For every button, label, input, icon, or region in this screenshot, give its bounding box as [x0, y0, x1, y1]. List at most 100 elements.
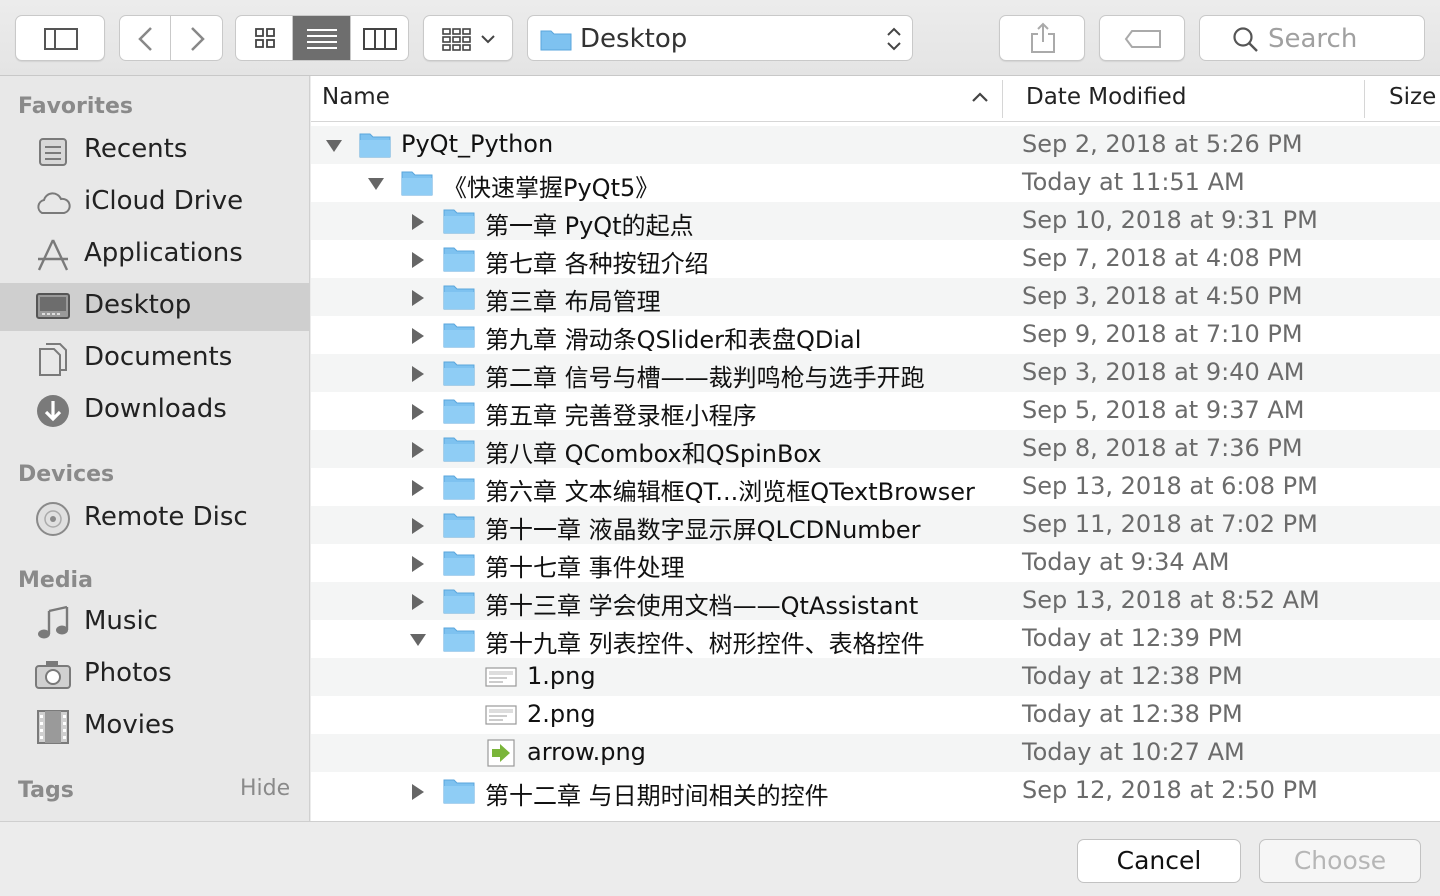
up-down-chevron-icon [887, 27, 901, 51]
folder-row[interactable]: 第二章 信号与槽——裁判鸣枪与选手开跑 Sep 3, 2018 at 9:40 A… [311, 354, 1440, 392]
size-column-header[interactable]: Size [1389, 84, 1436, 110]
forward-button[interactable] [171, 16, 222, 60]
nav-buttons [119, 15, 223, 61]
chevron-right-icon [191, 27, 205, 51]
disclosure-expanded-icon[interactable] [367, 175, 385, 193]
date-modified: Sep 13, 2018 at 8:52 AM [1022, 586, 1320, 614]
tags-section-title: Tags [18, 778, 74, 803]
folder-row[interactable]: 《快速掌握PyQt5》 Today at 11:51 AM [311, 164, 1440, 202]
disclosure-collapsed-icon[interactable] [409, 403, 427, 421]
grid-icon [255, 28, 275, 48]
date-column-header[interactable]: Date Modified [1026, 84, 1186, 110]
disclosure-collapsed-icon[interactable] [409, 517, 427, 535]
file-row[interactable]: 2.png Today at 12:38 PM [311, 696, 1440, 734]
file-name: 第二章 信号与槽——裁判鸣枪与选手开跑 [485, 364, 925, 392]
folder-row[interactable]: 第七章 各种按钮介绍 Sep 7, 2018 at 4:08 PM [311, 240, 1440, 278]
sidebar-item-recents[interactable]: Recents [0, 127, 310, 175]
tag-button[interactable] [1099, 15, 1185, 61]
sidebar-item-documents[interactable]: Documents [0, 335, 310, 383]
applications-icon [37, 239, 69, 271]
sidebar-item-applications[interactable]: Applications [0, 231, 310, 279]
sidebar-item-icloud-drive[interactable]: iCloud Drive [0, 179, 310, 227]
sidebar-item-label: Downloads [84, 394, 227, 424]
column-divider[interactable] [1002, 80, 1003, 118]
date-modified: Sep 8, 2018 at 7:36 PM [1022, 434, 1303, 462]
sidebar-item-label: Movies [84, 710, 175, 740]
file-list: Name Date Modified Size PyQt_Python Sep 2… [311, 76, 1440, 821]
folder-row[interactable]: 第一章 PyQt的起点 Sep 10, 2018 at 9:31 PM [311, 202, 1440, 240]
list-view-button[interactable] [293, 16, 351, 60]
folder-row[interactable]: 第三章 布局管理 Sep 3, 2018 at 4:50 PM [311, 278, 1440, 316]
disclosure-collapsed-icon[interactable] [409, 365, 427, 383]
disclosure-collapsed-icon[interactable] [409, 441, 427, 459]
file-row[interactable]: arrow.png Today at 10:27 AM [311, 734, 1440, 772]
file-name: 《快速掌握PyQt5》 [443, 174, 660, 202]
file-name: 2.png [527, 700, 596, 728]
disclosure-collapsed-icon[interactable] [409, 593, 427, 611]
sidebar-toggle-button[interactable] [15, 15, 105, 61]
file-name: 第十一章 液晶数字显示屏QLCDNumber [485, 516, 921, 544]
dialog-footer: Cancel Choose [0, 821, 1440, 896]
media-section-title: Media [18, 568, 93, 593]
chevron-left-icon [138, 27, 152, 51]
folder-icon [443, 475, 475, 500]
cancel-button[interactable]: Cancel [1077, 839, 1241, 883]
share-button[interactable] [999, 15, 1085, 61]
disclosure-collapsed-icon[interactable] [409, 555, 427, 573]
group-by-button[interactable] [423, 15, 513, 61]
share-icon [1031, 22, 1055, 53]
disclosure-collapsed-icon[interactable] [409, 479, 427, 497]
folder-row[interactable]: 第十一章 液晶数字显示屏QLCDNumber Sep 11, 2018 at 7:… [311, 506, 1440, 544]
disclosure-collapsed-icon[interactable] [409, 213, 427, 231]
choose-button[interactable]: Choose [1259, 839, 1421, 883]
file-row[interactable]: 1.png Today at 12:38 PM [311, 658, 1440, 696]
folder-row[interactable]: 第十九章 列表控件、树形控件、表格控件 Today at 12:39 PM [311, 620, 1440, 658]
folder-row[interactable]: 第十三章 学会使用文档——QtAssistant Sep 13, 2018 at … [311, 582, 1440, 620]
sidebar: Favorites Recents iCloud Drive Applicati… [0, 76, 310, 821]
tag-icon [1124, 30, 1161, 48]
file-name: arrow.png [527, 738, 646, 766]
icon-view-button[interactable] [236, 16, 294, 60]
name-column-header[interactable]: Name [322, 84, 390, 110]
sidebar-item-desktop[interactable]: Desktop [0, 283, 310, 331]
tags-hide-link[interactable]: Hide [240, 776, 290, 801]
date-modified: Today at 12:38 PM [1022, 700, 1243, 728]
column-divider[interactable] [1364, 80, 1365, 118]
date-modified: Sep 5, 2018 at 9:37 AM [1022, 396, 1305, 424]
file-name: 第七章 各种按钮介绍 [485, 250, 709, 278]
image-file-icon [487, 739, 515, 767]
folder-row[interactable]: PyQt_Python Sep 2, 2018 at 5:26 PM [311, 126, 1440, 164]
date-modified: Sep 12, 2018 at 2:50 PM [1022, 776, 1318, 804]
folder-row[interactable]: 第十七章 事件处理 Today at 9:34 AM [311, 544, 1440, 582]
image-file-icon [485, 705, 517, 725]
back-button[interactable] [120, 16, 172, 60]
path-popup[interactable]: Desktop [527, 15, 913, 61]
sidebar-item-movies[interactable]: Movies [0, 703, 310, 751]
path-label: Desktop [580, 24, 688, 54]
folder-row[interactable]: 第九章 滑动条QSlider和表盘QDial Sep 9, 2018 at 7:1… [311, 316, 1440, 354]
disclosure-expanded-icon[interactable] [325, 137, 343, 155]
sidebar-item-music[interactable]: Music [0, 599, 310, 647]
file-name: 1.png [527, 662, 596, 690]
date-modified: Sep 3, 2018 at 4:50 PM [1022, 282, 1303, 310]
disclosure-collapsed-icon[interactable] [409, 289, 427, 307]
column-view-button[interactable] [351, 16, 408, 60]
folder-row[interactable]: 第八章 QCombox和QSpinBox Sep 8, 2018 at 7:36 … [311, 430, 1440, 468]
folder-row[interactable]: 第十二章 与日期时间相关的控件 Sep 12, 2018 at 2:50 PM [311, 772, 1440, 810]
folder-icon [443, 361, 475, 386]
folder-row[interactable]: 第五章 完善登录框小程序 Sep 5, 2018 at 9:37 AM [311, 392, 1440, 430]
disclosure-collapsed-icon[interactable] [409, 251, 427, 269]
sidebar-item-photos[interactable]: Photos [0, 651, 310, 699]
sort-ascending-icon [972, 92, 988, 102]
folder-icon [443, 247, 475, 272]
sidebar-item-downloads[interactable]: Downloads [0, 387, 310, 435]
disclosure-expanded-icon[interactable] [409, 631, 427, 649]
search-field[interactable]: Search [1199, 15, 1425, 61]
folder-icon [443, 399, 475, 424]
sidebar-item-label: iCloud Drive [84, 186, 244, 216]
disclosure-collapsed-icon[interactable] [409, 327, 427, 345]
sidebar-item-remote-disc[interactable]: Remote Disc [0, 495, 310, 543]
folder-row[interactable]: 第六章 文本编辑框QT...浏览框QTextBrowser Sep 13, 201… [311, 468, 1440, 506]
devices-section-title: Devices [18, 462, 115, 487]
disclosure-collapsed-icon[interactable] [409, 783, 427, 801]
